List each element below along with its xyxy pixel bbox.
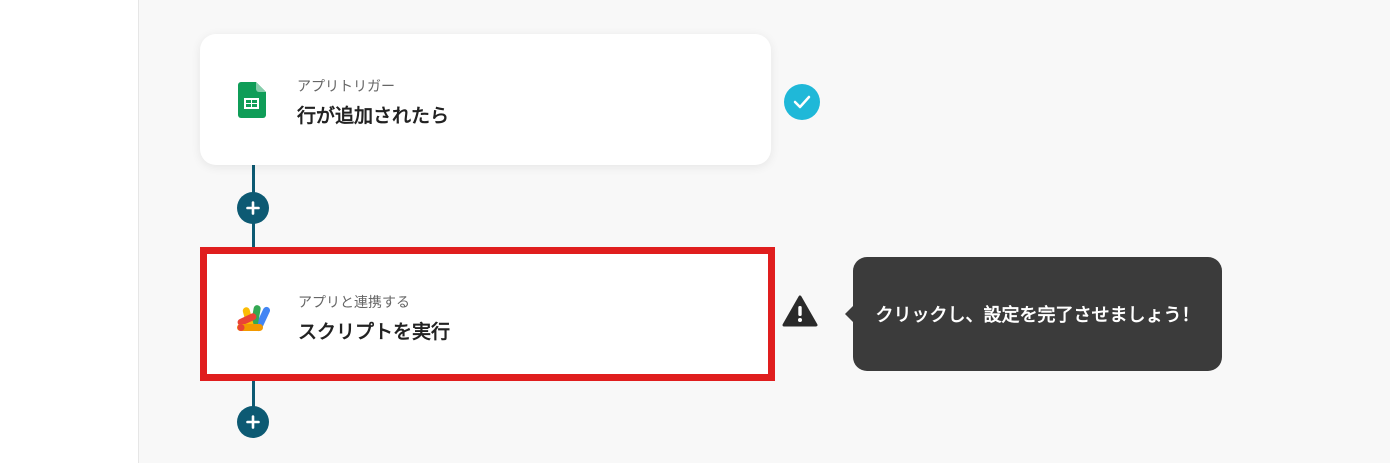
plus-icon — [246, 415, 260, 429]
setup-tooltip: クリックし、設定を完了させましょう！ — [845, 257, 1222, 371]
trigger-subtitle: アプリトリガー — [297, 79, 395, 95]
connector-line — [252, 165, 255, 193]
add-step-button[interactable] — [237, 192, 269, 224]
trigger-title: 行が追加されたら — [297, 105, 450, 127]
tooltip-text: クリックし、設定を完了させましょう！ — [875, 305, 1200, 326]
plus-icon — [246, 201, 260, 215]
left-panel — [0, 0, 139, 463]
action-subtitle: アプリと連携する — [298, 295, 410, 311]
tooltip-arrow — [845, 306, 853, 322]
connector-line — [252, 381, 255, 407]
google-apps-script-icon — [237, 305, 271, 332]
check-icon — [784, 84, 820, 120]
google-sheets-icon — [238, 82, 266, 118]
warning-icon — [782, 295, 818, 327]
trigger-card[interactable]: アプリトリガー 行が追加されたら — [200, 34, 771, 165]
connector-line — [252, 223, 255, 247]
action-title: スクリプトを実行 — [298, 321, 451, 343]
action-card[interactable]: アプリと連携する スクリプトを実行 — [200, 247, 775, 381]
add-step-button[interactable] — [237, 406, 269, 438]
